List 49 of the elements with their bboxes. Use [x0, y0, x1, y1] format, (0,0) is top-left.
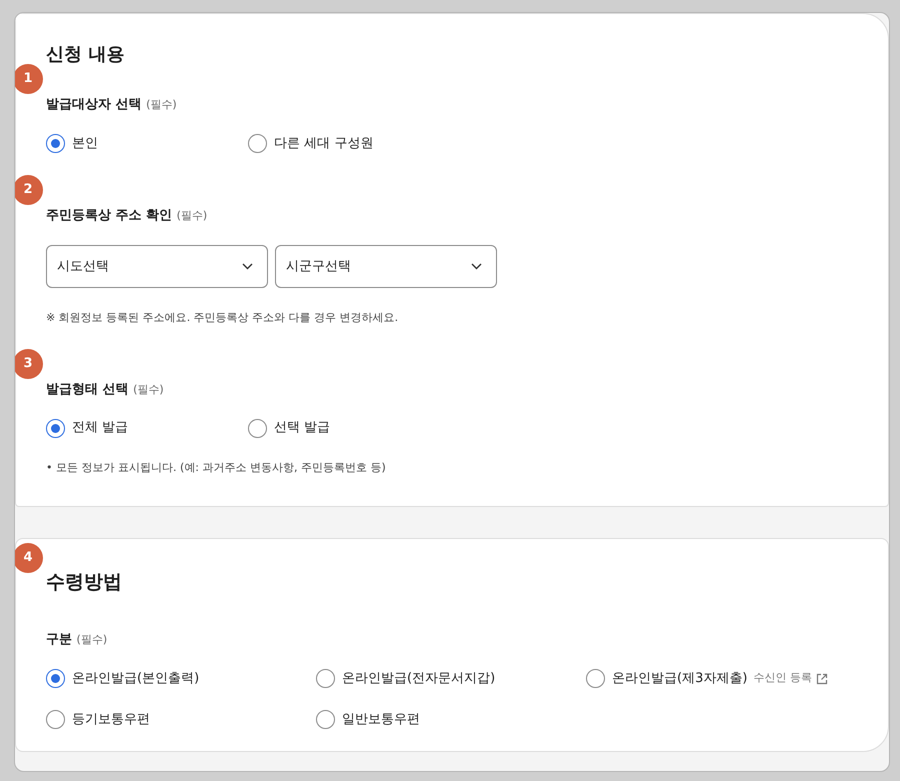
option-label: 선택 발급 — [274, 419, 330, 437]
required-label: (필수) — [176, 209, 208, 222]
radio-option[interactable]: 선택 발급 — [248, 418, 330, 438]
radio-button[interactable] — [46, 710, 65, 729]
field-label: 발급대상자 선택 — [46, 97, 142, 112]
option-label: 등기보통우편 — [72, 710, 150, 728]
step-number-badge: 2 — [15, 175, 43, 205]
required-label: (필수) — [146, 98, 177, 111]
option-label: 전체 발급 — [72, 419, 128, 437]
section-title: 수령방법 — [46, 570, 123, 595]
option-label: 온라인발급(제3자제출) — [612, 670, 748, 688]
radio-option[interactable]: 온라인발급(제3자제출) — [586, 669, 748, 688]
step-number-badge: 1 — [15, 64, 43, 94]
radio-button[interactable] — [248, 134, 267, 153]
radio-button[interactable] — [46, 418, 65, 438]
chevron-down-icon — [242, 263, 253, 270]
radio-option[interactable]: 본인 — [46, 134, 98, 153]
option-label: 일반보통우편 — [342, 710, 420, 728]
required-label: (필수) — [76, 633, 108, 646]
option-label: 온라인발급(본인출력) — [72, 670, 200, 688]
field-label: 주민등록상 주소 확인 — [46, 208, 172, 223]
option-label: 온라인발급(전자문서지갑) — [342, 670, 496, 688]
radio-button[interactable] — [248, 418, 267, 438]
radio-button[interactable] — [316, 669, 335, 688]
required-label: (필수) — [133, 382, 164, 396]
radio-option[interactable]: 온라인발급(본인출력) — [46, 669, 200, 688]
recipient-register-link[interactable]: 수신인 등록 — [753, 670, 828, 687]
external-link-icon — [816, 672, 828, 684]
help-text: ※ 회원정보 등록된 주소에요. 주민등록상 주소와 다를 경우 변경하세요. — [46, 310, 400, 326]
dropdown-select[interactable]: 시도선택 — [46, 245, 268, 288]
radio-option[interactable]: 등기보통우편 — [46, 710, 150, 729]
dropdown-select[interactable]: 시군구선택 — [275, 245, 497, 288]
radio-option[interactable]: 전체 발급 — [46, 418, 128, 438]
help-text: • 모든 정보가 표시됩니다. (예: 과거주소 변동사항, 주민등록번호 등) — [46, 460, 387, 476]
radio-button[interactable] — [586, 669, 605, 688]
chevron-down-icon — [471, 263, 482, 270]
option-label: 본인 — [72, 134, 98, 152]
section-title: 신청 내용 — [46, 43, 126, 67]
radio-option[interactable]: 온라인발급(전자문서지갑) — [316, 669, 496, 688]
radio-button[interactable] — [46, 669, 65, 688]
field-label: 구분 — [46, 632, 72, 647]
option-label: 다른 세대 구성원 — [274, 134, 374, 152]
radio-option[interactable]: 일반보통우편 — [316, 710, 420, 729]
radio-button[interactable] — [46, 134, 65, 153]
field-label: 발급형태 선택 — [46, 382, 129, 396]
step-number-badge: 3 — [15, 348, 43, 378]
step-number-badge: 4 — [15, 543, 43, 573]
radio-button[interactable] — [316, 710, 335, 729]
radio-option[interactable]: 다른 세대 구성원 — [248, 134, 374, 153]
